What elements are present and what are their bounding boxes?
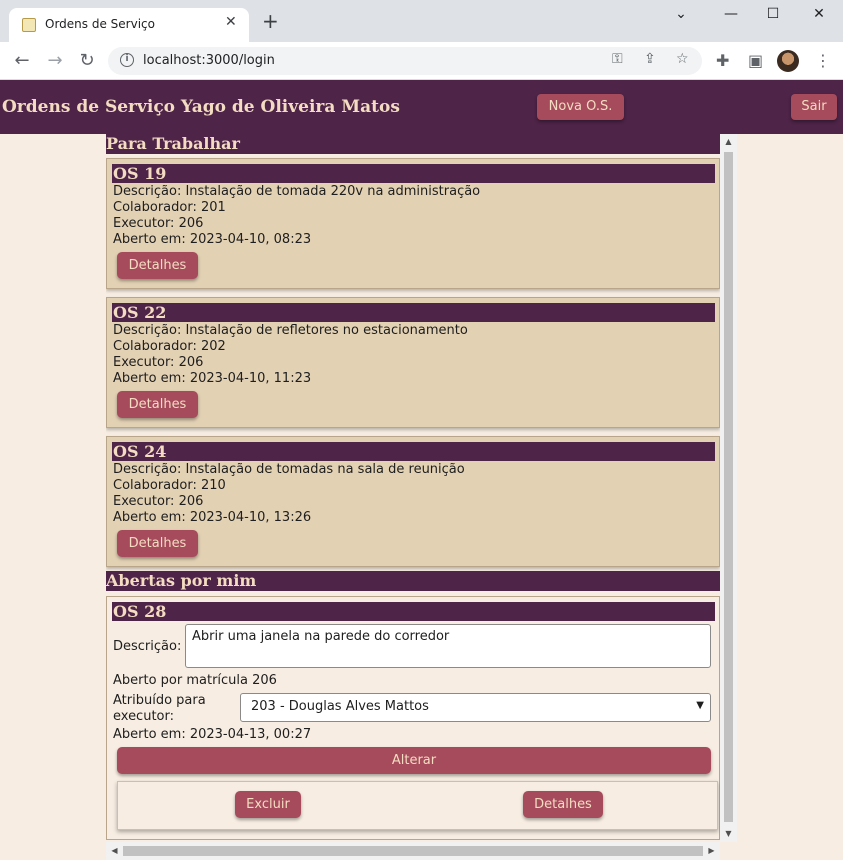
new-order-button[interactable]: Nova O.S. (537, 94, 624, 120)
work-order-executor: Executor: 206 (113, 355, 204, 370)
reload-icon[interactable]: ↻ (75, 50, 99, 71)
executor-select[interactable]: 203 - Douglas Alves Mattos ▼ (240, 693, 711, 722)
work-order-opened-at: Aberto em: 2023-04-10, 08:23 (113, 232, 312, 247)
browser-tab-strip: Ordens de Serviço ✕ + ⌄ — ☐ ✕ (0, 0, 843, 42)
scroll-down-arrow-icon[interactable]: ▼ (720, 826, 737, 842)
window-close-icon[interactable]: ✕ (805, 6, 833, 22)
executor-select-value: 203 - Douglas Alves Mattos (251, 699, 429, 714)
vertical-scrollbar[interactable]: ▲ ▼ (720, 134, 737, 842)
my-order-title: OS 28 (112, 602, 715, 621)
menu-kebab-icon[interactable]: ⋮ (815, 51, 831, 70)
profile-avatar[interactable] (777, 50, 799, 72)
site-info-icon[interactable]: i (120, 53, 134, 67)
section-title-to-work: Para Trabalhar (106, 134, 720, 154)
section-title-opened-by-me: Abertas por mim (106, 571, 720, 591)
browser-tab[interactable]: Ordens de Serviço ✕ (9, 8, 249, 42)
details-button[interactable]: Detalhes (523, 791, 603, 818)
work-order-description: Descrição: Instalação de refletores no e… (113, 323, 468, 338)
address-bar[interactable]: i localhost:3000/login ⚿ ⇪ ☆ (108, 47, 702, 75)
details-button[interactable]: Detalhes (117, 391, 198, 418)
work-order-card: OS 24 Descrição: Instalação de tomadas n… (106, 436, 720, 567)
delete-button[interactable]: Excluir (235, 791, 301, 818)
work-order-executor: Executor: 206 (113, 216, 204, 231)
work-order-title: OS 24 (112, 442, 715, 461)
my-order-card: OS 28 Descrição: Abrir uma janela na par… (106, 596, 720, 840)
assigned-label-line1: Atribuído para (113, 693, 206, 708)
key-icon[interactable]: ⚿ (612, 51, 623, 67)
browser-toolbar: ← → ↻ i localhost:3000/login ⚿ ⇪ ☆ ✚ ▣ ⋮ (0, 42, 843, 80)
details-button[interactable]: Detalhes (117, 252, 198, 279)
work-order-collaborator: Colaborador: 202 (113, 339, 226, 354)
work-order-opened-at: Aberto em: 2023-04-10, 13:26 (113, 510, 312, 525)
minimize-icon[interactable]: — (717, 6, 745, 22)
work-order-executor: Executor: 206 (113, 494, 204, 509)
app-title: Ordens de Serviço Yago de Oliveira Matos (2, 97, 400, 117)
work-order-description: Descrição: Instalação de tomadas na sala… (113, 462, 465, 477)
update-button[interactable]: Alterar (117, 747, 711, 774)
share-icon[interactable]: ⇪ (644, 51, 656, 67)
horizontal-scrollbar[interactable]: ◀ ▶ (106, 842, 720, 860)
work-order-opened-at: Aberto em: 2023-04-10, 11:23 (113, 371, 312, 386)
back-arrow-icon[interactable]: ← (10, 50, 34, 71)
opened-by-text: Aberto por matrícula 206 (113, 673, 277, 688)
page-favicon-icon (22, 18, 36, 32)
browser-tab-title: Ordens de Serviço (45, 17, 155, 31)
app-header: Ordens de Serviço Yago de Oliveira Matos… (0, 80, 843, 134)
assigned-label-line2: executor: (113, 709, 174, 724)
work-order-card: OS 19 Descrição: Instalação de tomada 22… (106, 158, 720, 289)
work-order-collaborator: Colaborador: 201 (113, 200, 226, 215)
my-order-actions: Excluir Detalhes (117, 781, 718, 830)
tab-search-chevron-icon[interactable]: ⌄ (667, 6, 695, 22)
vertical-scroll-thumb[interactable] (724, 152, 733, 822)
my-order-opened-at: Aberto em: 2023-04-13, 00:27 (113, 727, 312, 742)
orders-panel[interactable]: Para Trabalhar OS 19 Descrição: Instalaç… (106, 134, 737, 860)
work-order-title: OS 19 (112, 164, 715, 183)
forward-arrow-icon[interactable]: → (43, 50, 67, 71)
new-tab-icon[interactable]: + (262, 11, 279, 31)
maximize-icon[interactable]: ☐ (759, 6, 787, 22)
side-panel-icon[interactable]: ▣ (748, 51, 763, 70)
scroll-right-arrow-icon[interactable]: ▶ (703, 842, 720, 860)
close-tab-icon[interactable]: ✕ (225, 14, 237, 30)
url-text[interactable]: localhost:3000/login (143, 53, 275, 68)
scroll-left-arrow-icon[interactable]: ◀ (106, 842, 123, 860)
bookmark-star-icon[interactable]: ☆ (676, 51, 689, 67)
horizontal-scroll-thumb[interactable] (123, 846, 703, 856)
logout-button[interactable]: Sair (791, 94, 837, 120)
description-label: Descrição: (113, 639, 182, 654)
scroll-up-arrow-icon[interactable]: ▲ (720, 134, 737, 150)
work-order-collaborator: Colaborador: 210 (113, 478, 226, 493)
chevron-down-icon: ▼ (696, 700, 704, 711)
extensions-puzzle-icon[interactable]: ✚ (716, 51, 729, 70)
description-textarea[interactable]: Abrir uma janela na parede do corredor (185, 624, 711, 668)
work-order-description: Descrição: Instalação de tomada 220v na … (113, 184, 481, 199)
work-order-title: OS 22 (112, 303, 715, 322)
work-order-card: OS 22 Descrição: Instalação de refletore… (106, 297, 720, 428)
details-button[interactable]: Detalhes (117, 530, 198, 557)
